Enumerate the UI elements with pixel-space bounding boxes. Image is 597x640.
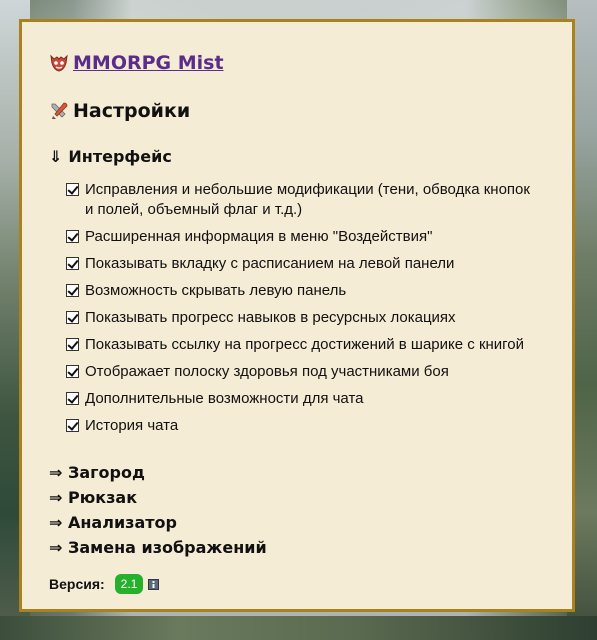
option-label: История чата [85,417,179,434]
version-badge: 2.1 [114,574,144,594]
section-label: Рюкзак [67,488,138,507]
option-chat-history[interactable]: История чата [66,416,536,436]
info-icon[interactable] [148,578,160,590]
collapsed-arrow-icon: ⇒ [49,463,63,482]
checkbox[interactable] [66,392,79,405]
checkbox[interactable] [66,365,79,378]
interface-section-title: Интерфейс [68,147,172,166]
option-label: Возможность скрывать левую панель [85,282,347,299]
collapsed-arrow-icon: ⇒ [49,513,63,532]
tools-icon [51,102,68,119]
option-schedule-tab[interactable]: Показывать вкладку с расписанием на лево… [66,254,536,274]
option-chat-extras[interactable]: Дополнительные возможности для чата [66,389,536,409]
section-toggle-backpack[interactable]: ⇒ Рюкзак [49,485,267,510]
checkbox[interactable] [66,230,79,243]
section-label: Замена изображений [67,538,267,557]
option-skill-progress[interactable]: Показывать прогресс навыков в ресурсных … [66,308,536,328]
option-effects-info[interactable]: Расширенная информация в меню "Воздейств… [66,227,536,247]
mask-icon [50,54,68,72]
collapsed-arrow-icon: ⇒ [49,538,63,557]
expanded-arrow-icon: ⇓ [49,147,63,166]
interface-options: Исправления и небольшие модификации (тен… [66,180,536,436]
checkbox[interactable] [66,284,79,297]
checkbox[interactable] [66,257,79,270]
collapsed-arrow-icon: ⇒ [49,488,63,507]
checkbox[interactable] [66,419,79,432]
option-label: Отображает полоску здоровья под участник… [85,363,449,380]
background-bottom [0,616,597,640]
checkbox[interactable] [66,338,79,351]
option-label: Расширенная информация в меню "Воздейств… [85,228,433,245]
option-health-bar[interactable]: Отображает полоску здоровья под участник… [66,362,536,382]
settings-panel: MMORPG Mist Настройки ⇓ Интерфейс Исправл… [19,19,575,612]
option-label: Показывать прогресс навыков в ресурсных … [85,309,456,326]
checkbox[interactable] [66,183,79,196]
option-fixes[interactable]: Исправления и небольшие модификации (тен… [66,180,536,220]
settings-heading-row: Настройки [49,100,190,122]
page-title: Настройки [73,100,191,122]
version-row: Версия: 2.1 [49,574,160,594]
title-row: MMORPG Mist [49,52,224,74]
option-label: Исправления и небольшие модификации (тен… [85,181,530,218]
section-toggle-analyzer[interactable]: ⇒ Анализатор [49,510,267,535]
option-label: Показывать ссылку на прогресс достижений… [85,336,525,353]
option-label: Дополнительные возможности для чата [85,390,364,407]
title-link[interactable]: MMORPG Mist [73,52,224,74]
section-label: Загород [67,463,145,482]
collapsed-sections: ⇒ Загород ⇒ Рюкзак ⇒ Анализатор ⇒ Замена… [49,460,267,560]
section-toggle-image-replace[interactable]: ⇒ Замена изображений [49,535,267,560]
version-label: Версия: [49,576,105,592]
checkbox[interactable] [66,311,79,324]
option-achievements-link[interactable]: Показывать ссылку на прогресс достижений… [66,335,536,355]
option-label: Показывать вкладку с расписанием на лево… [85,255,455,272]
section-toggle-countryside[interactable]: ⇒ Загород [49,460,267,485]
interface-section-toggle[interactable]: ⇓ Интерфейс [49,147,172,166]
section-label: Анализатор [67,513,177,532]
option-hide-left-panel[interactable]: Возможность скрывать левую панель [66,281,536,301]
